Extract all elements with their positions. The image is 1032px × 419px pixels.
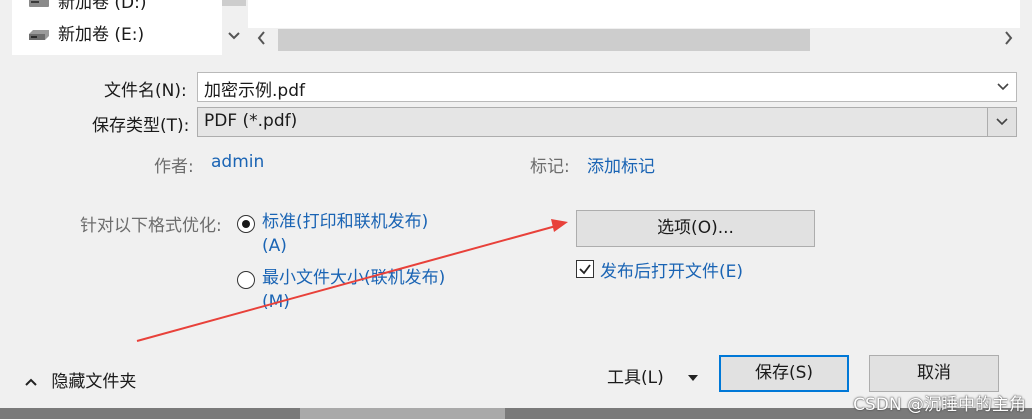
hide-folders-toggle[interactable]: 隐藏文件夹	[24, 367, 136, 392]
caret-down-icon	[688, 375, 699, 381]
save-button[interactable]: 保存(S)	[719, 355, 849, 392]
taskbar-segment	[300, 408, 505, 419]
tools-label: 工具(L)	[607, 368, 664, 388]
watermark: CSDN @沉睡中的主角	[853, 395, 1026, 415]
tools-menu[interactable]: 工具(L)	[607, 363, 699, 388]
cancel-button[interactable]: 取消	[869, 355, 999, 392]
save-as-dialog: 新加卷 (D:) 新加卷 (E:) 文件名(N): 加密示例.pdf 保存类型(…	[0, 0, 1032, 419]
chevron-up-icon	[25, 378, 37, 386]
hide-folders-label: 隐藏文件夹	[51, 372, 137, 392]
